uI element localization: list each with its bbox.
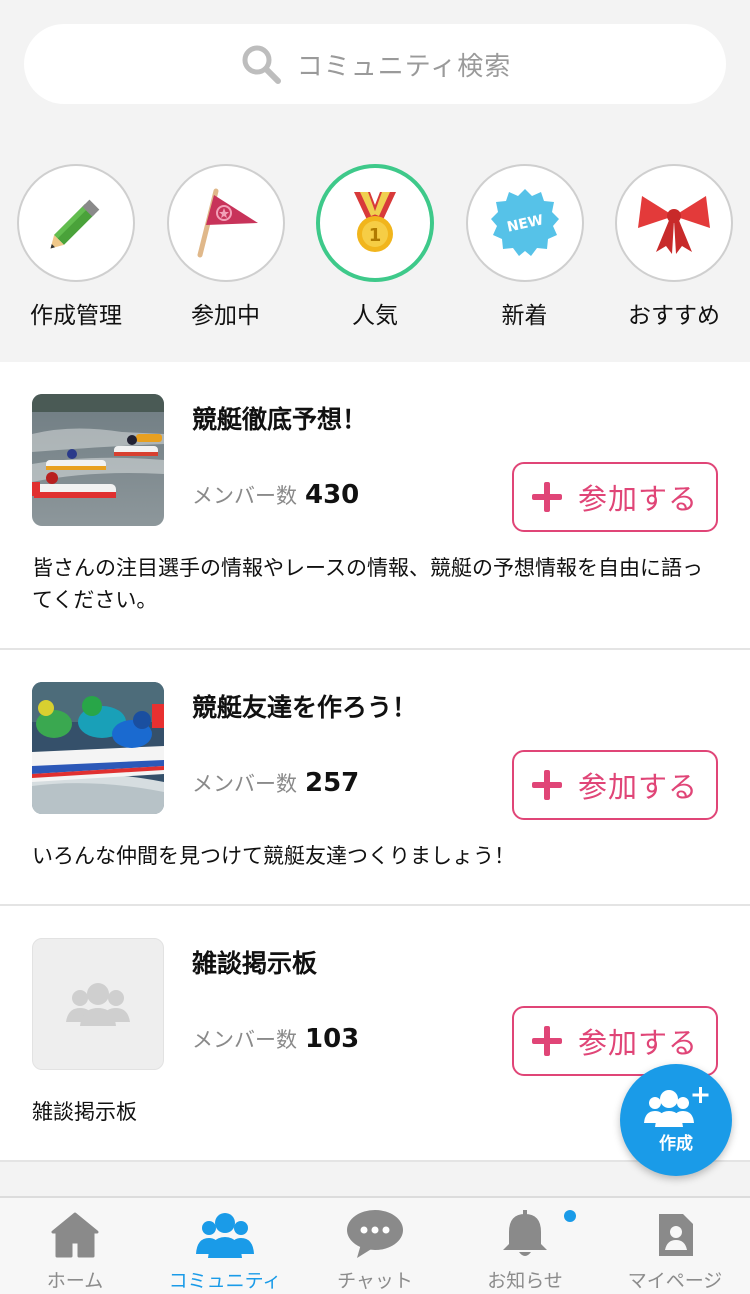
join-button[interactable]: 参加する [512,750,718,820]
community-thumbnail-placeholder [32,938,164,1070]
community-title: 競艇徹底予想！ [192,405,368,434]
community-title: 競艇友達を作ろう！ [192,693,418,722]
nav-label: お知らせ [487,1270,563,1292]
community-description: 皆さんの注目選手の情報やレースの情報、競艇の予想情報を自由に語ってください。 [32,556,703,612]
category-label: 参加中 [191,303,260,329]
category-joined[interactable]: 参加中 [166,140,285,362]
member-count-value: 257 [305,768,360,798]
category-row: 作成管理 参加中 1 人気 NEW 新着 おすすめ [0,140,750,362]
member-count: メンバー数 103 [192,1024,359,1054]
nav-mypage[interactable]: マイページ [600,1198,750,1294]
new-badge-icon: NEW [490,189,559,256]
join-button[interactable]: 参加する [512,462,718,532]
nav-community[interactable]: コミュニティ [150,1198,300,1294]
nav-notifications[interactable]: お知らせ [450,1198,600,1294]
chat-icon [347,1210,403,1258]
member-count: メンバー数 430 [192,480,359,510]
search-placeholder: コミュニティ検索 [296,51,512,82]
profile-icon [659,1214,693,1256]
home-icon [51,1212,99,1258]
search-icon [242,45,281,84]
category-label: おすすめ [628,303,720,329]
category-label: 新着 [501,303,548,329]
search-input[interactable]: コミュニティ検索 [24,24,726,104]
join-button-label: 参加する [577,482,698,516]
community-thumbnail [32,682,164,814]
group-icon [66,983,130,1026]
community-description: いろんな仲間を見つけて競艇友達つくりましょう！ [32,844,515,868]
member-count-label: メンバー数 [192,1028,297,1052]
create-button-label: 作成 [659,1133,693,1154]
notification-dot [564,1210,576,1222]
category-created-circle [17,164,135,282]
member-count-label: メンバー数 [192,484,297,508]
community-list: 競艇徹底予想！ メンバー数 430 参加する 皆さんの注目選手の情報やレースの情… [0,362,750,1162]
plus-icon [531,482,562,512]
member-count-value: 103 [305,1024,360,1054]
category-joined-circle [166,164,285,282]
category-recommended[interactable]: おすすめ [615,140,733,362]
category-popular[interactable]: 1 人気 [316,140,434,362]
nav-label: コミュニティ [168,1270,282,1292]
member-count-value: 430 [305,480,360,510]
community-card[interactable]: 競艇友達を作ろう！ メンバー数 257 参加する いろんな仲間を見つけて競艇友達… [0,650,750,906]
join-button-label: 参加する [577,1026,698,1060]
community-icon [196,1213,254,1258]
community-card[interactable]: 競艇徹底予想！ メンバー数 430 参加する 皆さんの注目選手の情報やレースの情… [0,362,750,650]
category-popular-circle: 1 [316,164,434,282]
category-label: 作成管理 [30,303,122,329]
nav-label: マイページ [627,1270,723,1292]
community-thumbnail [32,394,164,526]
category-recommended-circle [615,164,733,282]
ribbon-icon [638,196,710,254]
flag-icon [197,188,258,258]
join-button-label: 参加する [577,770,698,804]
nav-chat[interactable]: チャット [300,1198,450,1294]
community-title: 雑談掲示板 [192,949,318,978]
nav-label: ホーム [46,1270,104,1292]
pencil-icon [50,199,100,249]
member-count: メンバー数 257 [192,768,359,798]
category-label: 人気 [352,303,398,329]
svg-text:1: 1 [369,225,382,246]
bottom-nav: ホーム コミュニティ チャット お知らせ マイページ [0,1196,750,1294]
community-description: 雑談掲示板 [32,1100,137,1124]
plus-icon [531,1026,562,1056]
nav-home[interactable]: ホーム [0,1198,150,1294]
category-created[interactable]: 作成管理 [17,140,135,362]
category-new[interactable]: NEW 新着 [465,140,584,362]
category-new-circle: NEW [465,164,584,282]
medal-icon: 1 [354,192,396,252]
plus-icon [531,770,562,800]
create-community-button[interactable]: 作成 [620,1064,732,1176]
search-area: コミュニティ検索 [0,0,750,140]
bell-icon [503,1210,547,1256]
group-add-icon [644,1086,709,1127]
nav-label: チャット [337,1270,413,1292]
member-count-label: メンバー数 [192,772,297,796]
